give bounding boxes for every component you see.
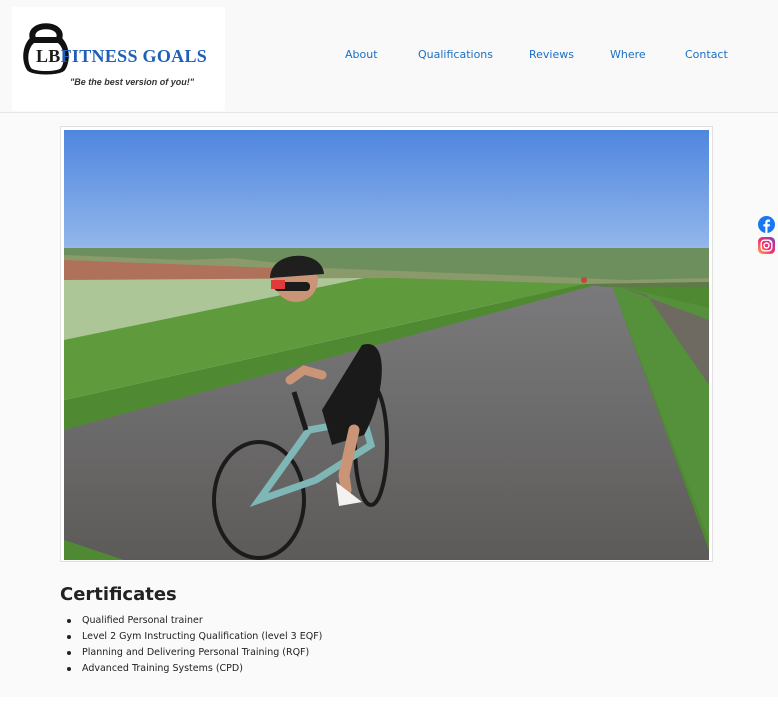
- main-nav: About Qualifications Reviews Where Conta…: [0, 48, 778, 64]
- hero-cyclist-photo: [64, 130, 709, 560]
- page: LBFITNESS GOALS "Be the best version of …: [0, 0, 778, 709]
- nav-contact[interactable]: Contact: [685, 48, 728, 61]
- instagram-icon[interactable]: [758, 237, 775, 254]
- nav-reviews[interactable]: Reviews: [529, 48, 574, 61]
- certificate-item: Qualified Personal trainer: [66, 613, 322, 629]
- nav-qualifications[interactable]: Qualifications: [418, 48, 493, 61]
- social-links: [758, 216, 775, 258]
- nav-where[interactable]: Where: [610, 48, 646, 61]
- facebook-icon[interactable]: [758, 216, 775, 233]
- certificate-item: Level 2 Gym Instructing Qualification (l…: [66, 629, 322, 645]
- certificate-item: Planning and Delivering Personal Trainin…: [66, 645, 322, 661]
- nav-about[interactable]: About: [345, 48, 378, 61]
- logo-tagline: "Be the best version of you!": [70, 77, 195, 87]
- hero-image-frame: [60, 126, 713, 562]
- site-header: LBFITNESS GOALS "Be the best version of …: [0, 0, 778, 113]
- certificate-item: Advanced Training Systems (CPD): [66, 661, 322, 677]
- certificates-heading: Certificates: [60, 584, 177, 605]
- page-bottom-strip: [0, 697, 778, 709]
- certificates-list: Qualified Personal trainer Level 2 Gym I…: [66, 613, 322, 677]
